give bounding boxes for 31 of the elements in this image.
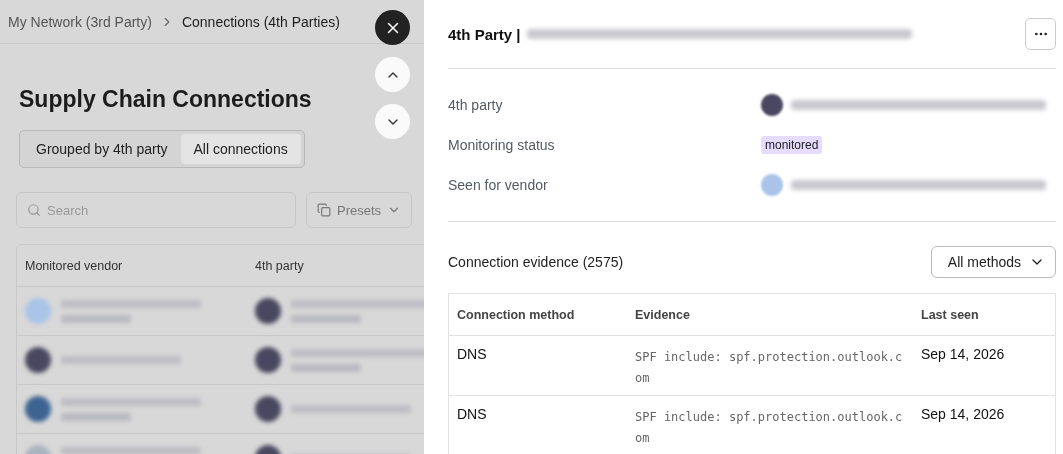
status-badge: monitored (761, 136, 823, 154)
column-header: Last seen (920, 306, 980, 324)
blurred-text (291, 363, 361, 372)
column-header: 4th party (254, 257, 305, 275)
section-title: Connection evidence (2575) (448, 254, 624, 270)
column-header: Evidence (634, 306, 691, 324)
breadcrumb-link[interactable]: Connections (4th Parties) (181, 13, 340, 30)
blurred-text (61, 412, 131, 421)
column-header: Connection method (456, 306, 576, 324)
method-filter-dropdown[interactable]: All methods (930, 246, 1056, 278)
search-placeholder: Search (47, 202, 89, 218)
detail-label: Seen for vendor (448, 177, 549, 193)
evidence-cell-text: SPF include: spf.protection.outlook.com (634, 349, 904, 387)
blurred-text (61, 314, 131, 323)
page-title: Supply Chain Connections (19, 86, 313, 113)
detail-label: Monitoring status (448, 137, 556, 153)
method-cell-text: DNS (456, 345, 488, 364)
view-toggle-option[interactable]: All connections (180, 134, 301, 164)
breadcrumb-link[interactable]: My Network (3rd Party) (8, 13, 152, 30)
view-toggle-option[interactable]: Grouped by 4th party (23, 134, 181, 164)
column-header: Monitored vendor (24, 257, 124, 275)
date-cell-text: Sep 14, 2026 (920, 405, 1006, 424)
search-icon (27, 203, 41, 217)
method-cell-text: DNS (456, 405, 488, 424)
detail-label: 4th party (448, 97, 504, 113)
date-cell-text: Sep 14, 2026 (920, 345, 1006, 364)
more-button[interactable] (1025, 18, 1056, 50)
copy-icon (317, 203, 331, 217)
evidence-cell-text: SPF include: spf.protection.outlook.com (634, 409, 904, 447)
blurred-text (291, 314, 361, 323)
panel-title: 4th Party | (448, 25, 521, 43)
